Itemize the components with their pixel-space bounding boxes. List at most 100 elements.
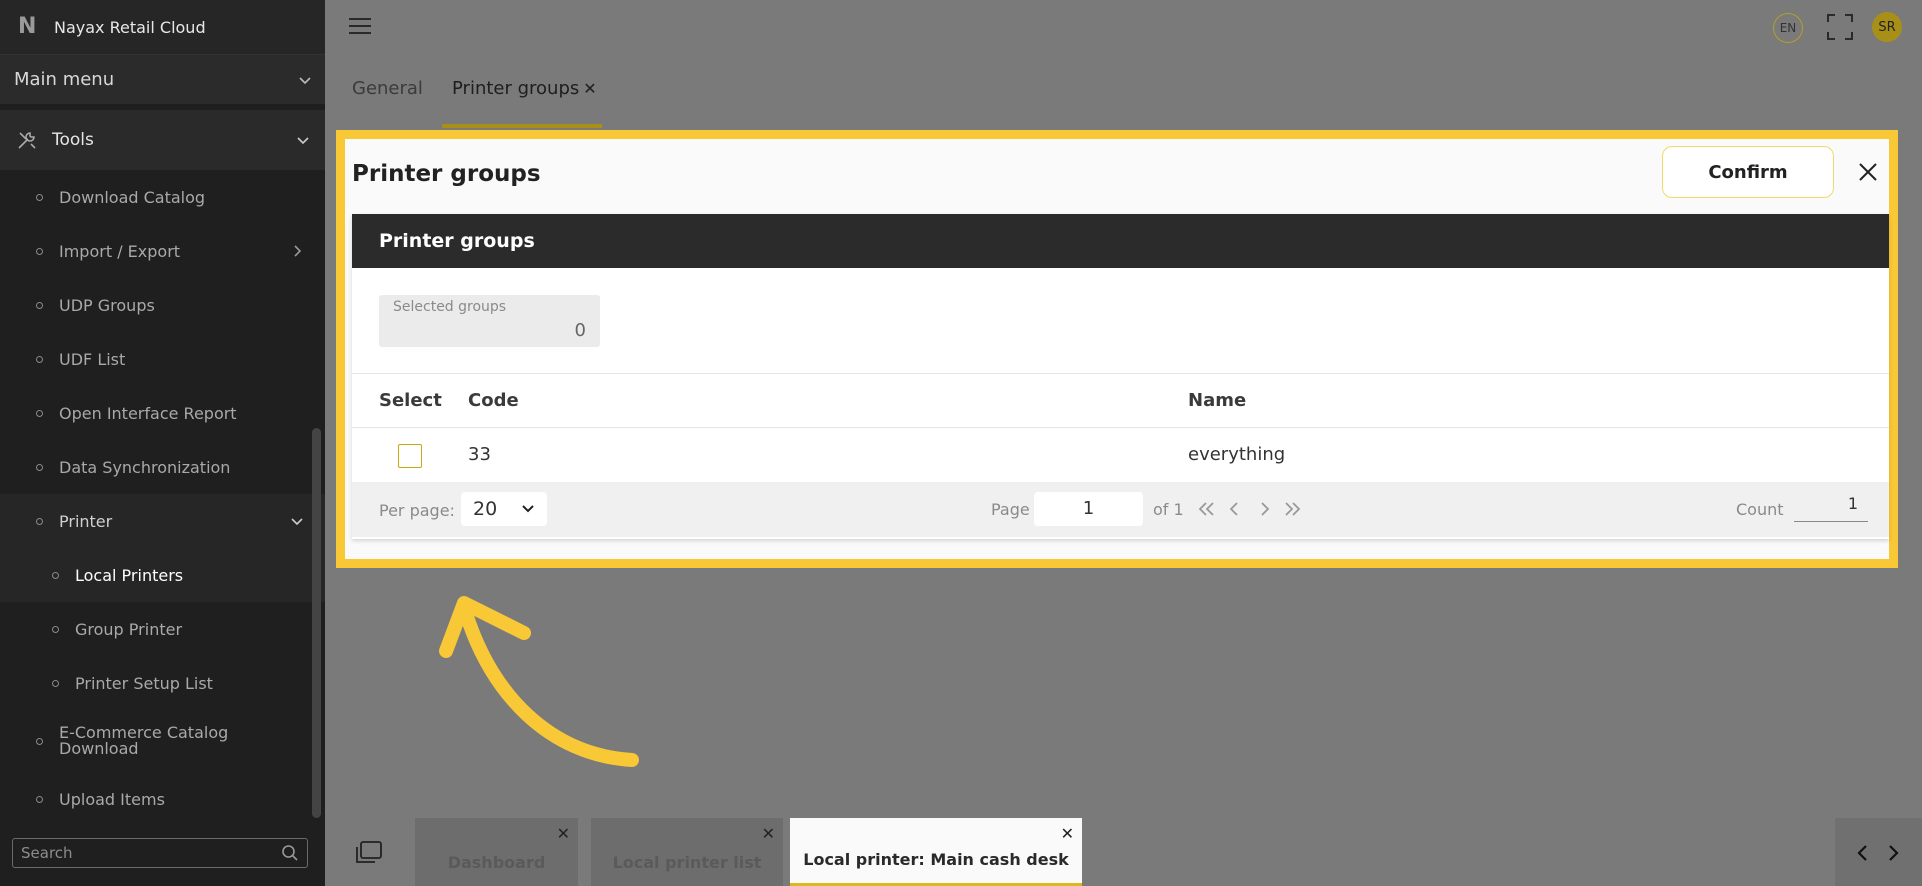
chevron-down-icon	[299, 76, 311, 84]
sidebar-item-printer-setup-list[interactable]: Printer Setup List	[0, 656, 325, 710]
sidebar-item-udp-groups[interactable]: UDP Groups	[0, 278, 325, 332]
column-header-select[interactable]: Select	[379, 390, 442, 411]
search-icon	[282, 845, 298, 861]
sidebar-scrollbar[interactable]	[312, 428, 321, 818]
sidebar-item-label: Group Printer	[75, 619, 183, 639]
column-header-code[interactable]: Code	[468, 390, 519, 411]
tab-printer-groups[interactable]: Printer groups ✕	[452, 78, 597, 99]
tools-icon	[18, 132, 36, 149]
sidebar-item-label: Printer Setup List	[75, 673, 213, 693]
bullet-icon	[36, 193, 43, 201]
main-menu-toggle[interactable]: Main menu	[0, 54, 325, 104]
chevron-right-icon	[294, 245, 302, 257]
sidebar-item-group-printer[interactable]: Group Printer	[0, 602, 325, 656]
bullet-icon	[36, 463, 43, 471]
sidebar-item-label: Data Synchronization	[59, 457, 231, 477]
bottom-tab-label: Local printer: Main cash desk	[803, 850, 1069, 869]
page-tabs: General Printer groups ✕	[325, 62, 1922, 130]
bottom-tab-label: Local printer list	[612, 853, 762, 872]
close-icon[interactable]: ✕	[762, 824, 775, 843]
bottom-tab-local-printer-main-cash-desk[interactable]: ✕ Local printer: Main cash desk	[790, 818, 1082, 886]
tab-general[interactable]: General	[352, 78, 423, 99]
sidebar-search-input[interactable]: Search	[12, 838, 308, 868]
annotation-arrow-icon	[439, 596, 639, 767]
sidebar-item-label: Upload Items	[59, 789, 165, 809]
bottom-tab-dashboard[interactable]: ✕ Dashboard	[415, 818, 578, 886]
bottom-tab-local-printer-list[interactable]: ✕ Local printer list	[591, 818, 783, 886]
hamburger-menu-icon[interactable]	[349, 18, 371, 36]
sidebar-item-import-export[interactable]: Import / Export	[0, 224, 325, 278]
chevron-down-icon	[522, 505, 534, 513]
brand: N Nayax Retail Cloud	[0, 0, 325, 54]
printer-groups-panel: Printer groups Selected groups 0 Select …	[352, 214, 1889, 539]
sidebar-item-data-synchronization[interactable]: Data Synchronization	[0, 440, 325, 494]
confirm-button[interactable]: Confirm	[1662, 146, 1834, 198]
app-name: Nayax Retail Cloud	[54, 17, 206, 37]
column-header-name[interactable]: Name	[1188, 390, 1246, 411]
chevron-right-icon[interactable]	[1885, 843, 1901, 863]
sidebar-item-label: Download Catalog	[59, 187, 206, 207]
bullet-icon	[36, 795, 43, 803]
tools-label: Tools	[52, 130, 94, 150]
user-avatar[interactable]: SR	[1872, 12, 1902, 42]
per-page-select[interactable]: 20	[461, 492, 547, 526]
modal-title: Printer groups	[352, 161, 541, 187]
sidebar: N Nayax Retail Cloud Main menu Tools Dow…	[0, 0, 325, 886]
row-name: everything	[1188, 444, 1286, 465]
sidebar-item-open-interface-report[interactable]: Open Interface Report	[0, 386, 325, 440]
bullet-icon	[36, 737, 43, 745]
bullet-icon	[36, 517, 43, 525]
next-page-icon[interactable]	[1255, 499, 1275, 519]
sidebar-item-ecommerce-catalog-download[interactable]: E-Commerce Catalog Download	[0, 710, 325, 772]
sidebar-item-upload-items[interactable]: Upload Items	[0, 772, 325, 826]
windows-icon[interactable]	[355, 840, 383, 864]
sidebar-item-download-catalog[interactable]: Download Catalog	[0, 170, 325, 224]
close-icon[interactable]: ✕	[1061, 824, 1074, 843]
bottom-tab-label: Dashboard	[447, 853, 546, 872]
tab-label: Printer groups	[452, 78, 580, 99]
last-page-icon[interactable]	[1282, 499, 1302, 519]
sidebar-item-label: E-Commerce Catalog Download	[59, 723, 229, 758]
bullet-icon	[52, 571, 59, 579]
sidebar-item-label: Open Interface Report	[59, 403, 237, 423]
sidebar-item-local-printers[interactable]: Local Printers	[0, 548, 325, 602]
main-menu-label: Main menu	[14, 69, 115, 90]
bullet-icon	[36, 409, 43, 417]
language-selector[interactable]: EN	[1773, 13, 1803, 43]
selected-groups-label: Selected groups	[393, 299, 507, 315]
previous-page-icon[interactable]	[1224, 499, 1244, 519]
table-row[interactable]: 33 everything	[352, 428, 1889, 482]
sidebar-item-udf-list[interactable]: UDF List	[0, 332, 325, 386]
chevron-down-icon	[297, 137, 309, 145]
count-label: Count	[1736, 500, 1784, 519]
active-tab-indicator	[442, 124, 602, 128]
close-icon[interactable]: ✕	[557, 824, 570, 843]
sidebar-item-label: UDF List	[59, 349, 126, 369]
chevron-down-icon	[291, 518, 303, 526]
first-page-icon[interactable]	[1197, 499, 1217, 519]
chevron-left-icon[interactable]	[1855, 843, 1871, 863]
close-icon[interactable]	[1857, 161, 1879, 183]
close-icon[interactable]: ✕	[583, 79, 596, 98]
per-page-label: Per page:	[379, 501, 455, 520]
printer-groups-modal: Printer groups Confirm Printer groups Se…	[345, 139, 1889, 559]
page-total-label: of 1	[1153, 500, 1184, 519]
sidebar-section-tools[interactable]: Tools	[0, 110, 325, 170]
per-page-value: 20	[473, 498, 498, 520]
bullet-icon	[52, 625, 59, 633]
page-number-input[interactable]: 1	[1034, 492, 1143, 526]
row-select-checkbox[interactable]	[398, 444, 422, 468]
sidebar-item-label: Printer	[59, 511, 113, 531]
row-code: 33	[468, 444, 491, 465]
sidebar-item-label: UDP Groups	[59, 295, 155, 315]
sidebar-item-printer[interactable]: Printer	[0, 494, 325, 548]
search-placeholder: Search	[21, 844, 73, 862]
bottom-tab-navigation	[1855, 838, 1922, 868]
panel-header: Printer groups	[352, 214, 1889, 268]
nayax-logo-icon: N	[18, 14, 37, 39]
bullet-icon	[36, 247, 43, 255]
fullscreen-icon[interactable]	[1825, 12, 1855, 42]
top-bar: EN SR	[325, 0, 1922, 54]
table-header: Select Code Name	[352, 373, 1889, 428]
selected-groups-field: Selected groups 0	[379, 295, 600, 347]
